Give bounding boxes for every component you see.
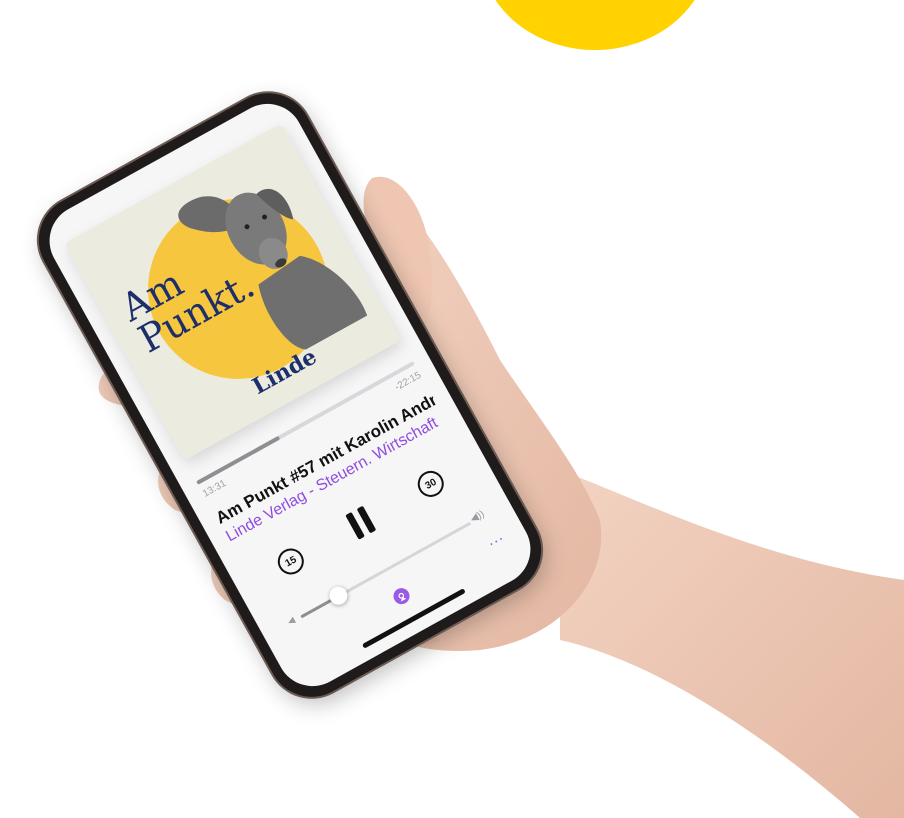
rewind-15-icon: 15 [273,543,309,580]
volume-knob[interactable] [325,583,351,609]
pause-button[interactable] [336,498,385,547]
speaker-low-icon: ◀ [285,614,297,627]
airplay-button[interactable] [390,585,413,608]
skip-back-button[interactable]: 15 [266,537,315,586]
airplay-icon [398,592,407,602]
skip-forward-button[interactable]: 30 [406,459,455,508]
pause-icon [345,505,377,540]
skip-forward-label: 30 [423,476,439,492]
skip-back-label: 15 [283,553,299,569]
forward-30-icon: 30 [413,466,449,502]
elapsed-time: 13:31 [200,477,229,500]
speaker-high-icon: ◀)) [468,508,487,526]
more-button[interactable]: ... [484,527,507,551]
